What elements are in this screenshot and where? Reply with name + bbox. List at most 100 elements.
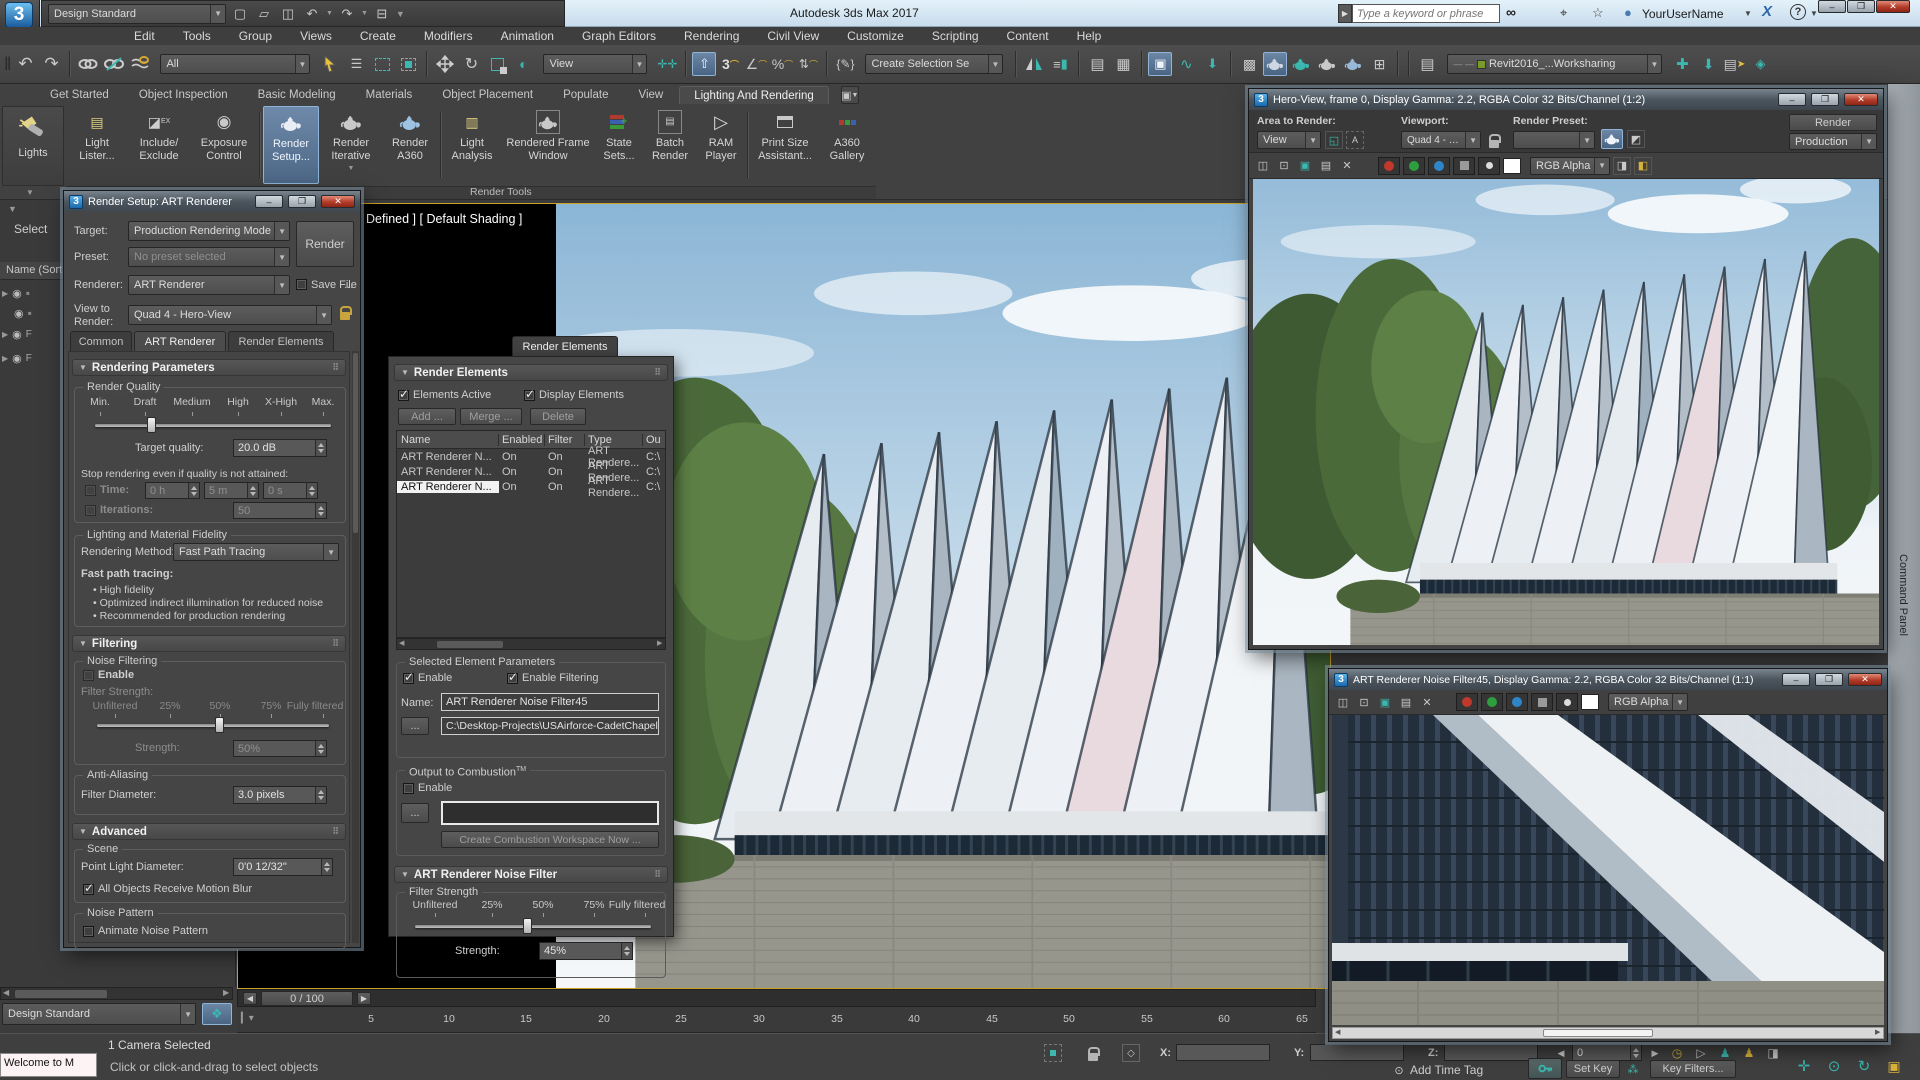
scroll-left-icon[interactable]: ◀ (399, 639, 404, 647)
layer-manager-icon[interactable]: ▤ (1085, 52, 1109, 76)
maximize-button[interactable]: ❐ (1811, 93, 1839, 106)
display-elements-checkbox[interactable] (524, 387, 535, 401)
ribbon-ram-player-button[interactable]: ▷ RAM Player (698, 106, 744, 184)
minimize-button[interactable]: – (255, 195, 283, 208)
renderer-dropdown[interactable]: ART Renderer ▼ (128, 275, 290, 295)
named-selection-sets-dropdown[interactable]: Create Selection Se ▼ (865, 54, 1004, 74)
close-button[interactable]: ✕ (321, 195, 355, 208)
maximize-button[interactable]: ❐ (1815, 673, 1843, 686)
render-button[interactable]: Render (296, 221, 354, 267)
menu-modifiers[interactable]: Modifiers (410, 27, 487, 45)
menu-scripting[interactable]: Scripting (918, 27, 993, 45)
render-setup-dialog[interactable]: 3 Render Setup: ART Renderer – ❐ ✕ Targe… (63, 190, 361, 949)
scroll-right-icon[interactable]: ▶ (657, 639, 662, 647)
menu-tools[interactable]: Tools (169, 27, 225, 45)
viewport-lock-icon[interactable] (1489, 134, 1501, 151)
elements-active-checkbox[interactable] (398, 387, 409, 401)
username-dropdown-icon[interactable]: ▼ (1744, 9, 1752, 18)
elements-table[interactable]: Name Enabled Filter Type Ou ART Renderer… (396, 430, 666, 638)
selection-lock-icon[interactable] (1088, 1047, 1100, 1064)
combustion-path-field[interactable] (441, 801, 659, 825)
ribbon-render-iterative-button[interactable]: Render Iterative ▼ (321, 106, 381, 184)
scrollbar-thumb[interactable] (15, 990, 107, 998)
schematic-view-icon[interactable]: ⬇ (1200, 52, 1224, 76)
render-elements-tab[interactable]: Render Elements (512, 336, 618, 356)
open-file-icon[interactable]: ▱ (254, 4, 274, 24)
production-dropdown[interactable]: Production ▼ (1789, 133, 1877, 150)
table-h-scrollbar[interactable]: ◀ ▶ (396, 638, 666, 650)
workspace-dropdown[interactable]: Design Standard ▼ (48, 3, 226, 24)
element-enable-checkbox[interactable] (403, 670, 414, 684)
set-key-person-icon[interactable]: ♟ (1740, 1044, 1758, 1062)
tab-populate[interactable]: Populate (549, 86, 622, 104)
auto-region-icon[interactable]: ◱ (1325, 131, 1343, 149)
ribbon-rendered-frame-window-button[interactable]: Rendered Frame Window (502, 106, 594, 184)
tab-materials[interactable]: Materials (352, 86, 427, 104)
render-preset-dropdown[interactable]: ▼ (1513, 131, 1595, 149)
menu-content[interactable]: Content (993, 27, 1063, 45)
viewport-label[interactable]: Defined ] [ Default Shading ] (366, 212, 522, 226)
add-time-tag[interactable]: Add Time Tag (1410, 1063, 1483, 1077)
reference-coordinate-dropdown[interactable]: View ▼ (543, 54, 648, 74)
filter-strength-slider-track[interactable] (415, 925, 651, 928)
add-element-button[interactable]: Add ... (398, 408, 456, 425)
username[interactable]: YourUserName (1642, 7, 1724, 21)
orbit-icon[interactable]: ↻ (1852, 1054, 1876, 1078)
ribbon-exposure-control-button[interactable]: ◉ Exposure Control (192, 106, 256, 184)
time-tag-cube-icon[interactable]: ⊙ (1390, 1061, 1408, 1079)
print-image-icon[interactable]: ▤ (1317, 157, 1335, 175)
save-image-icon[interactable]: ◫ (1254, 157, 1272, 175)
filter-diameter-field[interactable]: 3.0 pixels (233, 786, 327, 804)
save-image-icon[interactable]: ◫ (1334, 693, 1352, 711)
spinner-icon[interactable] (1630, 1045, 1641, 1060)
render-setup-teapot-icon[interactable] (1601, 129, 1623, 149)
workspace-selector-dropdown[interactable]: Design Standard ▼ (2, 1003, 196, 1025)
merge-element-button[interactable]: Merge ... (460, 408, 522, 425)
percent-snap-icon[interactable]: % ⌒ (770, 52, 794, 76)
col-enabled[interactable]: Enabled (499, 433, 545, 446)
minimize-button[interactable]: – (1778, 93, 1806, 106)
expand-arrow-icon[interactable]: ▶ (2, 354, 8, 363)
tab-object-inspection[interactable]: Object Inspection (125, 86, 242, 104)
noise-render-window[interactable]: 3 ART Renderer Noise Filter45, Display G… (1328, 668, 1888, 1042)
menu-graph-editors[interactable]: Graph Editors (568, 27, 670, 45)
scroll-right-icon[interactable]: ▶ (223, 988, 229, 997)
clear-image-icon[interactable]: ✕ (1418, 693, 1436, 711)
save-file-checkbox[interactable] (296, 279, 307, 290)
manage-scene-states-icon[interactable]: ▤ ➤ (1722, 52, 1746, 76)
new-scene-icon[interactable]: ▢ (230, 4, 250, 24)
monochrome-icon[interactable] (1531, 693, 1553, 711)
col-output[interactable]: Ou (643, 434, 665, 446)
col-name[interactable]: Name (397, 433, 499, 446)
undo-icon[interactable]: ↶ (302, 4, 322, 24)
maximize-viewport-icon[interactable]: ▣ (1882, 1054, 1906, 1078)
toggle-ribbon-icon[interactable]: ▣ (1148, 52, 1173, 76)
ribbon-batch-render-button[interactable]: ▤ Batch Render (644, 106, 696, 184)
save-file-icon[interactable]: ◫ (278, 4, 298, 24)
communication-icon[interactable]: ⌖ (1560, 5, 1567, 21)
search-input[interactable] (1352, 4, 1500, 23)
z-coordinate-field[interactable] (1444, 1044, 1538, 1061)
preset-dropdown[interactable]: No preset selected ▼ (128, 247, 290, 267)
bind-to-space-warp-icon[interactable] (128, 52, 152, 76)
scroll-left-icon[interactable]: ◀ (1335, 1028, 1340, 1036)
select-by-name-icon[interactable]: ☰ (344, 52, 368, 76)
channel-display-dropdown[interactable]: RGB Alpha ▼ (1608, 693, 1688, 711)
col-filter[interactable]: Filter (545, 433, 585, 446)
green-channel-icon[interactable] (1481, 693, 1503, 711)
scroll-right-icon[interactable]: ▶ (1875, 1028, 1880, 1036)
maximize-button[interactable]: ❐ (288, 195, 316, 208)
table-row-selected[interactable]: ART Renderer N... On On ART Rendere... C… (397, 475, 665, 499)
gamma-toggle-icon[interactable]: ◩ (1627, 130, 1645, 148)
ribbon-render-setup-button[interactable]: Render Setup... (263, 106, 319, 184)
iterations-checkbox[interactable] (85, 505, 96, 516)
create-combustion-workspace-button[interactable]: Create Combustion Workspace Now ... (441, 831, 659, 848)
tab-common[interactable]: Common (70, 331, 132, 351)
tab-render-elements[interactable]: Render Elements (228, 331, 334, 351)
menu-group[interactable]: Group (225, 27, 286, 45)
isolate-selection-icon[interactable]: ✚ (1670, 52, 1694, 76)
minimize-button[interactable]: – (1818, 0, 1846, 13)
tab-lighting-and-rendering[interactable]: Lighting And Rendering (679, 86, 829, 104)
noise-enable-checkbox[interactable] (83, 670, 94, 681)
channel-display-dropdown[interactable]: RGB Alpha ▼ (1530, 156, 1610, 175)
